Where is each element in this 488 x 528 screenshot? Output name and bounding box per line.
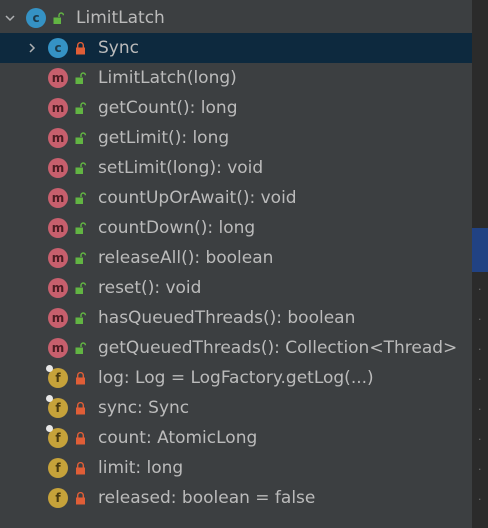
method-icon: m (48, 338, 68, 358)
tree-row[interactable]: m setLimit(long): void (0, 153, 472, 183)
method-icon: m (48, 278, 68, 298)
tree-item-label: released: boolean = false (98, 488, 316, 508)
public-lock-icon (74, 161, 86, 175)
tree-item-label: LimitLatch (76, 8, 165, 28)
method-icon: m (48, 158, 68, 178)
gutter-mark: · (478, 403, 482, 416)
tree-row[interactable]: m countDown(): long (0, 213, 472, 243)
tree-row[interactable]: m getQueuedThreads(): Collection<Thread> (0, 333, 472, 363)
tree-item-label: hasQueuedThreads(): boolean (98, 308, 356, 328)
tree-row[interactable]: m reset(): void (0, 273, 472, 303)
chevron-down-icon[interactable] (4, 12, 16, 24)
tree-row[interactable]: f sync: Sync (0, 393, 472, 423)
tree-item-label: getLimit(): long (98, 128, 230, 148)
public-lock-icon (74, 131, 86, 145)
tree-item-label: LimitLatch(long) (98, 68, 237, 88)
tree-row[interactable]: f log: Log = LogFactory.getLog(...) (0, 363, 472, 393)
chevron-right-icon[interactable] (26, 42, 38, 54)
gutter-mark: · (478, 283, 482, 296)
field-icon: f (46, 365, 68, 388)
method-icon: m (48, 98, 68, 118)
tree-row[interactable]: m getLimit(): long (0, 123, 472, 153)
tree-item-label: sync: Sync (98, 398, 190, 418)
field-icon: f (48, 488, 68, 508)
gutter-mark: · (478, 373, 482, 386)
public-lock-icon (74, 191, 86, 205)
field-icon: f (46, 395, 68, 418)
public-lock-icon (74, 101, 86, 115)
tree-item-label: countUpOrAwait(): void (98, 188, 297, 208)
class-icon: c (48, 38, 68, 58)
tree-row-root[interactable]: c LimitLatch (0, 3, 472, 33)
public-lock-icon (74, 251, 86, 265)
public-lock-icon (74, 71, 86, 85)
gutter-mark: · (478, 313, 482, 326)
gutter-mark: · (478, 343, 482, 356)
tree-item-label: count: AtomicLong (98, 428, 258, 448)
public-lock-icon (52, 11, 64, 25)
gutter-mark: · (478, 493, 482, 506)
static-marker-icon (46, 425, 53, 432)
tree-item-label: getCount(): long (98, 98, 238, 118)
method-icon: m (48, 248, 68, 268)
gutter-mark: · (478, 463, 482, 476)
method-icon: m (48, 68, 68, 88)
field-icon: f (46, 425, 68, 448)
static-marker-icon (46, 365, 53, 372)
public-lock-icon (74, 311, 86, 325)
private-lock-icon (74, 401, 86, 415)
tree-item-label: getQueuedThreads(): Collection<Thread> (98, 338, 458, 358)
method-icon: m (48, 128, 68, 148)
method-icon: m (48, 218, 68, 238)
static-marker-icon (46, 395, 53, 402)
private-lock-icon (74, 491, 86, 505)
public-lock-icon (74, 281, 86, 295)
tree-row[interactable]: m releaseAll(): boolean (0, 243, 472, 273)
tree-item-label: countDown(): long (98, 218, 256, 238)
public-lock-icon (74, 221, 86, 235)
tree-item-label: reset(): void (98, 278, 202, 298)
public-lock-icon (74, 341, 86, 355)
method-icon: m (48, 308, 68, 328)
private-lock-icon (74, 461, 86, 475)
tree-item-label: log: Log = LogFactory.getLog(...) (98, 368, 374, 388)
class-icon: c (26, 8, 46, 28)
editor-gutter-strip: · · · · · · · · (472, 0, 488, 528)
tree-row[interactable]: f released: boolean = false (0, 483, 472, 513)
private-lock-icon (74, 431, 86, 445)
tree-row[interactable]: f count: AtomicLong (0, 423, 472, 453)
tree-item-label: releaseAll(): boolean (98, 248, 274, 268)
tree-row[interactable]: c Sync (0, 33, 472, 63)
field-icon: f (48, 458, 68, 478)
tree-row[interactable]: m hasQueuedThreads(): boolean (0, 303, 472, 333)
gutter-mark: · (478, 433, 482, 446)
editor-selection-band (472, 228, 488, 272)
tree-row[interactable]: m countUpOrAwait(): void (0, 183, 472, 213)
tree-row[interactable]: f limit: long (0, 453, 472, 483)
private-lock-icon (74, 371, 86, 385)
method-icon: m (48, 188, 68, 208)
tree-row[interactable]: m LimitLatch(long) (0, 63, 472, 93)
tree-item-label: setLimit(long): void (98, 158, 264, 178)
structure-panel: c LimitLatch c Sync m LimitLatch(long) m getCou… (0, 0, 472, 528)
tree-item-label: limit: long (98, 458, 184, 478)
tree-row[interactable]: m getCount(): long (0, 93, 472, 123)
private-lock-icon (74, 41, 86, 55)
tree-item-label: Sync (98, 38, 139, 58)
